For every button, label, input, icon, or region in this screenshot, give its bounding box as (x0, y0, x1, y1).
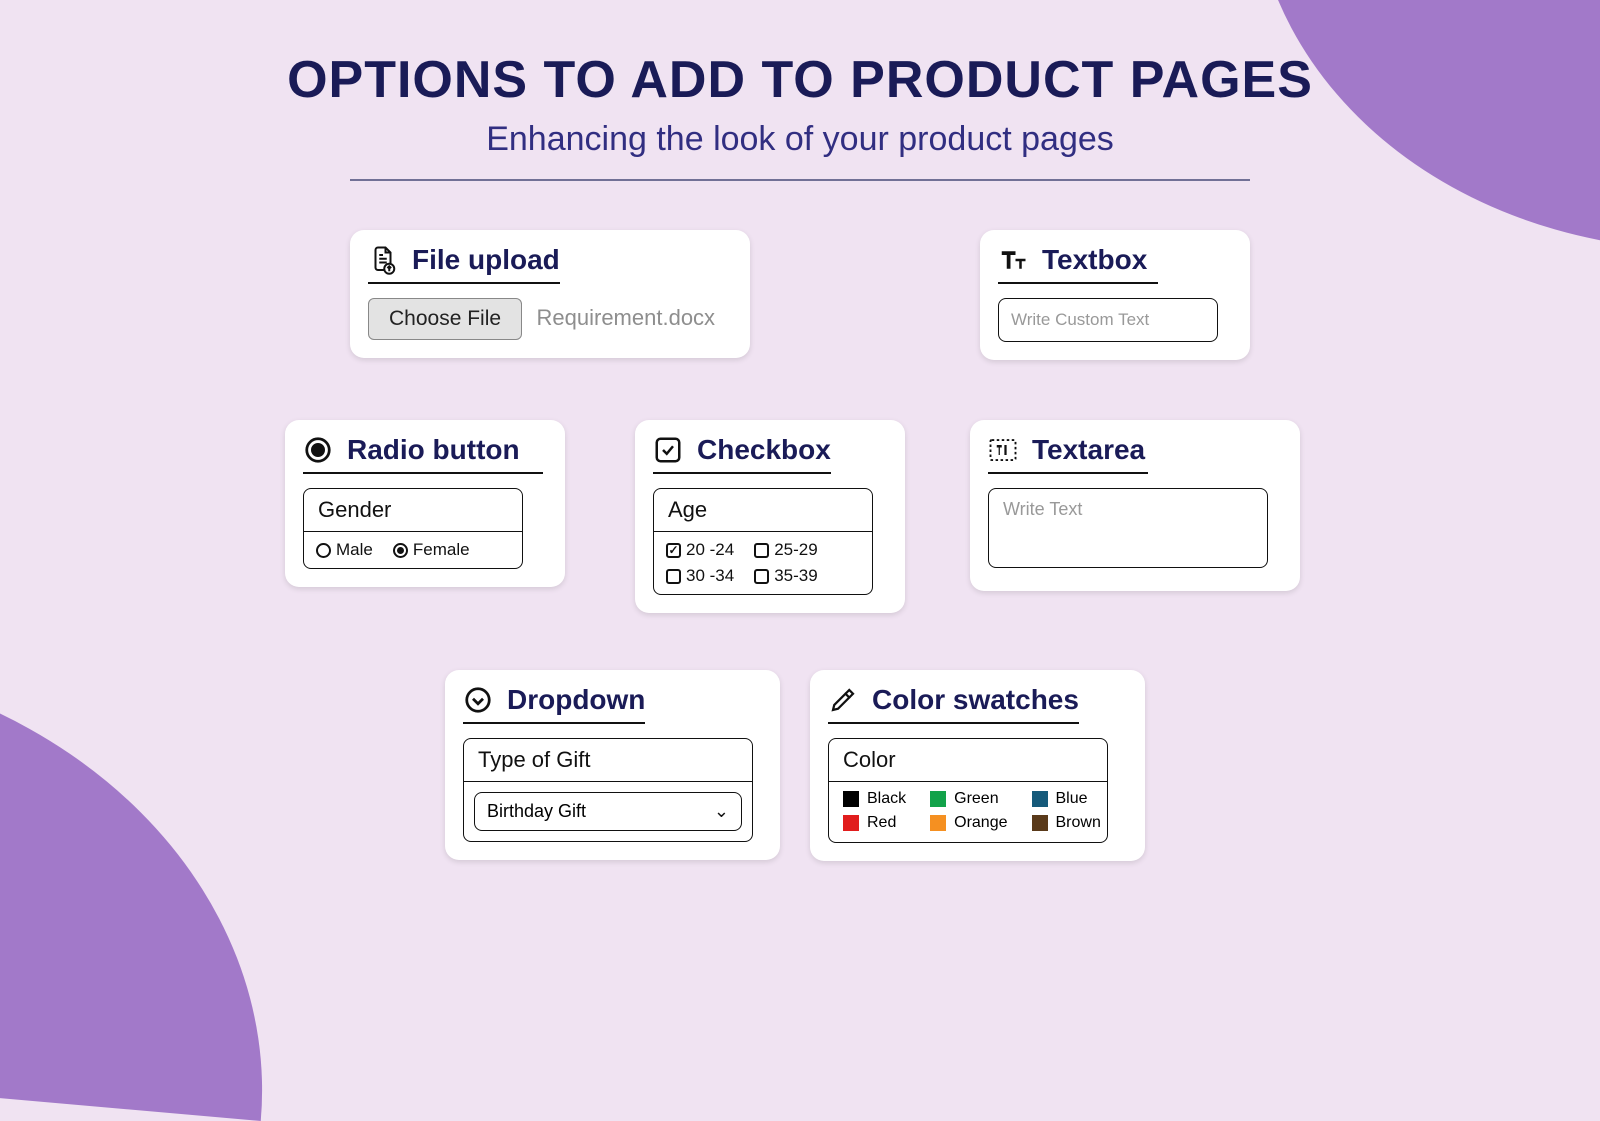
color-swatch[interactable]: Red (843, 814, 906, 832)
page-subtitle: Enhancing the look of your product pages (0, 120, 1600, 159)
textarea-card: Textarea (970, 420, 1300, 591)
color-swatch[interactable]: Black (843, 790, 906, 808)
checkbox-indicator (666, 543, 681, 558)
swatch-list: Black Green Blue Red Orange Brown (829, 782, 1107, 842)
textarea-icon (988, 435, 1018, 465)
swatch-label: Blue (1056, 790, 1088, 808)
dropdown-selected-label: Birthday Gift (487, 801, 586, 822)
dropdown-group-title: Type of Gift (464, 739, 752, 782)
color-swatch[interactable]: Green (930, 790, 1007, 808)
checkbox-group-title: Age (654, 489, 872, 532)
radio-option[interactable]: Female (393, 540, 470, 560)
swatch-square (843, 815, 859, 831)
dropdown-select[interactable]: Birthday Gift ⌄ (474, 792, 742, 831)
swatch-label: Orange (954, 814, 1007, 832)
radio-indicator (316, 543, 331, 558)
file-upload-icon (368, 245, 398, 275)
checkbox-indicator (754, 569, 769, 584)
card-title: Radio button (347, 434, 520, 466)
custom-text-input[interactable] (998, 298, 1218, 342)
swatch-square (930, 791, 946, 807)
color-group-title: Color (829, 739, 1107, 782)
radio-indicator (393, 543, 408, 558)
color-swatches-card: Color swatches Color Black Green Blue Red Or… (810, 670, 1145, 861)
checkbox-option[interactable]: 30 -34 (666, 566, 734, 586)
checkbox-option[interactable]: 20 -24 (666, 540, 734, 560)
swatch-square (843, 791, 859, 807)
file-upload-card: File upload Choose File Requirement.docx (350, 230, 750, 358)
card-head: Checkbox (653, 434, 831, 474)
choose-file-button[interactable]: Choose File (368, 298, 522, 340)
checkbox-label: 20 -24 (686, 540, 734, 560)
card-title: Textbox (1042, 244, 1147, 276)
checkbox-indicator (754, 543, 769, 558)
card-head: Radio button (303, 434, 543, 474)
card-title: Dropdown (507, 684, 645, 716)
checkbox-option[interactable]: 25-29 (754, 540, 817, 560)
radio-group-title: Gender (304, 489, 522, 532)
card-head: File upload (368, 244, 560, 284)
dropdown-chevron-icon (463, 685, 493, 715)
checkbox-label: 35-39 (774, 566, 817, 586)
color-panel: Color Black Green Blue Red Orange Brown (828, 738, 1108, 843)
radio-panel: Gender Male Female (303, 488, 523, 569)
swatch-square (1032, 791, 1048, 807)
color-swatch[interactable]: Orange (930, 814, 1007, 832)
swatch-square (1032, 815, 1048, 831)
card-head: Dropdown (463, 684, 645, 724)
selected-file-name: Requirement.docx (537, 305, 716, 330)
checkbox-label: 30 -34 (686, 566, 734, 586)
radio-label: Male (336, 540, 373, 560)
swatch-label: Green (954, 790, 998, 808)
chevron-down-icon: ⌄ (714, 801, 729, 822)
checkbox-label: 25-29 (774, 540, 817, 560)
dropdown-panel: Type of Gift Birthday Gift ⌄ (463, 738, 753, 842)
radio-label: Female (413, 540, 470, 560)
radio-option[interactable]: Male (316, 540, 373, 560)
card-title: Color swatches (872, 684, 1079, 716)
checkbox-panel: Age 20 -24 25-29 30 -34 35-39 (653, 488, 873, 595)
color-swatch[interactable]: Brown (1032, 814, 1101, 832)
page: OPTIONS TO ADD TO PRODUCT PAGES Enhancin… (0, 0, 1600, 900)
card-head: Color swatches (828, 684, 1079, 724)
radio-options: Male Female (304, 532, 522, 568)
checkbox-icon (653, 435, 683, 465)
card-title: File upload (412, 244, 560, 276)
radio-icon (303, 435, 333, 465)
checkbox-indicator (666, 569, 681, 584)
card-head: Textbox (998, 244, 1158, 284)
color-swatch[interactable]: Blue (1032, 790, 1101, 808)
swatch-square (930, 815, 946, 831)
textbox-card: Textbox (980, 230, 1250, 360)
textarea-input[interactable] (988, 488, 1268, 568)
swatch-label: Brown (1056, 814, 1101, 832)
checkbox-card: Checkbox Age 20 -24 25-29 30 -34 35-39 (635, 420, 905, 613)
header-divider (350, 179, 1250, 181)
checkbox-option[interactable]: 35-39 (754, 566, 817, 586)
card-title: Checkbox (697, 434, 831, 466)
card-head: Textarea (988, 434, 1148, 474)
eyedropper-icon (828, 685, 858, 715)
radio-button-card: Radio button Gender Male Female (285, 420, 565, 587)
swatch-label: Red (867, 814, 896, 832)
page-title: OPTIONS TO ADD TO PRODUCT PAGES (0, 50, 1600, 110)
card-title: Textarea (1032, 434, 1145, 466)
checkbox-options: 20 -24 25-29 30 -34 35-39 (654, 532, 872, 594)
dropdown-card: Dropdown Type of Gift Birthday Gift ⌄ (445, 670, 780, 860)
page-header: OPTIONS TO ADD TO PRODUCT PAGES Enhancin… (0, 0, 1600, 181)
text-type-icon (998, 245, 1028, 275)
swatch-label: Black (867, 790, 906, 808)
